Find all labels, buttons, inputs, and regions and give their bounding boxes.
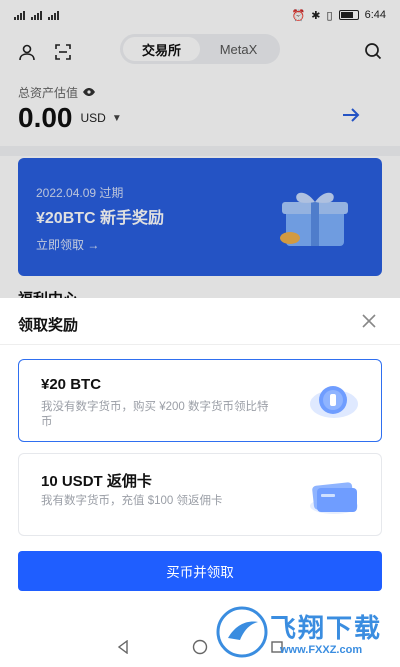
back-icon[interactable] [116,639,130,659]
modal-overlay[interactable] [0,0,400,298]
watermark-logo-icon [216,606,268,658]
rebate-card-icon [307,476,361,516]
option-description: 我没有数字货币，购买 ¥200 数字货币领比特币 [41,401,269,428]
buy-and-claim-button[interactable]: 买币并领取 [18,551,382,591]
watermark-url: www.FXXZ.com [280,644,363,656]
option-usdt-rebate-card[interactable]: 10 USDT 返佣卡 我有数字货币，充值 $100 领返佣卡 [18,453,382,536]
option-title: ¥20 BTC [41,376,102,393]
option-btc-reward[interactable]: ¥20 BTC 我没有数字货币，购买 ¥200 数字货币领比特币 [18,359,382,442]
sheet-title: 领取奖励 [18,317,79,334]
watermark-brand: 飞翔下载 [270,613,383,643]
sheet-divider [0,344,400,345]
watermark: 飞翔下载 www.FXXZ.com [214,602,394,664]
bitcoin-coin-icon [307,382,361,422]
close-icon[interactable] [360,312,378,330]
home-icon[interactable] [192,639,208,660]
option-description: 我有数字货币，充值 $100 领返佣卡 [41,495,223,507]
option-title: 10 USDT 返佣卡 [41,473,152,490]
